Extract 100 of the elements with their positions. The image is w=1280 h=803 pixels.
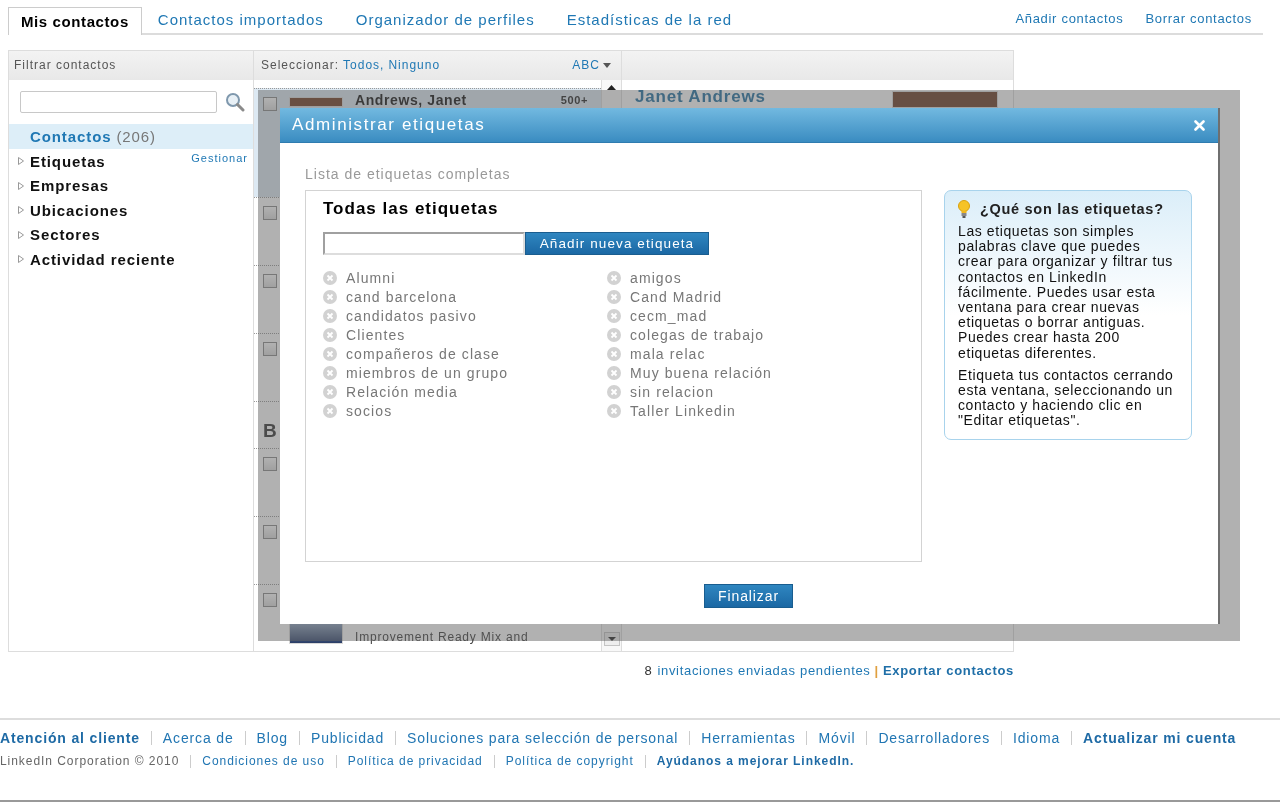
tag-label: colegas de trabajo bbox=[630, 326, 765, 343]
select-link[interactable]: Ninguno bbox=[388, 51, 441, 80]
footer-link[interactable]: Desarrolladores bbox=[878, 729, 990, 747]
tag-label: Taller Linkedin bbox=[630, 402, 736, 419]
close-circle-icon[interactable] bbox=[323, 403, 337, 418]
tag-label: sin relacion bbox=[630, 383, 714, 400]
contact-headline: Improvement Ready Mix and bbox=[355, 630, 529, 644]
footer-link[interactable]: Política de copyright bbox=[505, 753, 634, 769]
checkbox[interactable] bbox=[263, 97, 277, 111]
tag-label: miembros de un grupo bbox=[346, 364, 509, 381]
close-circle-icon[interactable] bbox=[607, 384, 621, 399]
lightbulb-icon bbox=[958, 200, 970, 218]
help-text: Las etiquetas son simples palabras clave que puedes crear para organizar y filtrar tus contactos en LinkedIn fácilmente. Puedes usar esta ventana para crear nuevas etiquetas o borrar antiguas. Puedes crear hasta 200 etiquetas diferentes. bbox=[958, 224, 1174, 361]
connection-count: 500+ bbox=[560, 94, 588, 107]
tag-label: Relación media bbox=[346, 383, 458, 400]
up-arrow-icon[interactable] bbox=[607, 85, 616, 90]
tag-label: compañeros de clase bbox=[346, 345, 500, 362]
footer-link[interactable]: Idioma bbox=[1013, 729, 1061, 747]
tab[interactable]: Estadísticas de la red bbox=[550, 7, 749, 33]
close-circle-icon[interactable] bbox=[323, 384, 337, 399]
footer-link[interactable]: Ayúdanos a mejorar LinkedIn. bbox=[656, 753, 855, 769]
search-field[interactable] bbox=[20, 91, 217, 113]
tag-label: candidatos pasivo bbox=[346, 307, 477, 324]
close-circle-icon[interactable] bbox=[607, 365, 621, 380]
invitation-count: 8 bbox=[644, 663, 653, 679]
tag-label: amigos bbox=[630, 269, 682, 286]
search-icon[interactable] bbox=[225, 92, 245, 112]
section-title: Todas las etiquetas bbox=[323, 199, 500, 219]
close-circle-icon[interactable] bbox=[607, 308, 621, 323]
close-circle-icon[interactable] bbox=[607, 403, 621, 418]
tag-label: Cand Madrid bbox=[630, 288, 723, 305]
help-title: ¿Qué son las etiquetas? bbox=[980, 200, 1164, 218]
close-circle-icon[interactable] bbox=[607, 270, 621, 285]
tab[interactable]: Mis contactos bbox=[8, 7, 142, 35]
tag-label: Muy buena relación bbox=[630, 364, 772, 381]
dialog-title: Administrar etiquetas bbox=[292, 115, 486, 135]
tab[interactable]: Contactos importados bbox=[141, 7, 340, 33]
tag-label: socios bbox=[346, 402, 393, 419]
close-circle-icon[interactable] bbox=[323, 365, 337, 380]
close-icon[interactable] bbox=[1194, 119, 1205, 131]
panel-header: Filtrar contactos bbox=[9, 51, 253, 80]
close-circle-icon[interactable] bbox=[607, 346, 621, 361]
triangle-right-icon[interactable] bbox=[18, 255, 24, 264]
footer-link[interactable]: Móvil bbox=[818, 729, 856, 747]
section-caption: Lista de etiquetas completas bbox=[305, 166, 512, 182]
triangle-right-icon[interactable] bbox=[18, 157, 24, 166]
invitations-link[interactable]: invitaciones enviadas pendientes bbox=[657, 663, 871, 679]
export-link[interactable]: Exportar contactos bbox=[882, 663, 1014, 679]
close-circle-icon[interactable] bbox=[323, 327, 337, 342]
sort-dropdown[interactable]: ABC bbox=[572, 51, 611, 80]
footer-link[interactable]: Actualizar mi cuenta bbox=[1083, 729, 1237, 747]
header-link[interactable]: Añadir contactos bbox=[1015, 11, 1124, 27]
tag-label: mala relac bbox=[630, 345, 706, 362]
triangle-right-icon[interactable] bbox=[18, 181, 24, 190]
footer-link[interactable]: Publicidad bbox=[310, 729, 385, 747]
filter-item[interactable]: Actividad reciente bbox=[9, 247, 253, 272]
close-circle-icon[interactable] bbox=[323, 289, 337, 304]
contact-name: Janet Andrews bbox=[635, 87, 766, 107]
checkbox[interactable] bbox=[263, 525, 277, 539]
add-tag-button[interactable]: Añadir nueva etiqueta bbox=[525, 232, 709, 255]
filter-item[interactable]: Empresas bbox=[9, 173, 253, 198]
footer-link[interactable]: Soluciones para selección de personal bbox=[407, 729, 679, 747]
footer-link[interactable]: Atención al cliente bbox=[0, 729, 140, 747]
close-circle-icon[interactable] bbox=[323, 308, 337, 323]
close-circle-icon[interactable] bbox=[323, 346, 337, 361]
triangle-right-icon[interactable] bbox=[18, 206, 24, 215]
select-link[interactable]: Todos, bbox=[343, 51, 385, 80]
filter-item[interactable]: Etiquetas Gestionar bbox=[9, 149, 253, 174]
manage-link[interactable]: Gestionar bbox=[191, 152, 248, 164]
triangle-right-icon[interactable] bbox=[18, 230, 24, 239]
filter-item[interactable]: Contactos (206) bbox=[9, 124, 253, 149]
checkbox[interactable] bbox=[263, 593, 277, 607]
close-circle-icon[interactable] bbox=[607, 289, 621, 304]
tag-label: Clientes bbox=[346, 326, 406, 343]
photo-placeholder bbox=[289, 97, 343, 107]
footer-link[interactable]: Blog bbox=[256, 729, 288, 747]
footer-link[interactable]: Política de privacidad bbox=[347, 753, 483, 769]
checkbox[interactable] bbox=[263, 342, 277, 356]
footer-link[interactable]: Condiciones de uso bbox=[202, 753, 325, 769]
help-text: Etiqueta tus contactos cerrando esta ventana, seleccionando un contacto y haciendo clic en "Editar etiquetas". bbox=[958, 367, 1174, 429]
close-circle-icon[interactable] bbox=[323, 270, 337, 285]
tag-label: cecm_mad bbox=[630, 307, 708, 324]
done-button[interactable]: Finalizar bbox=[704, 584, 793, 608]
tab[interactable]: Organizador de perfiles bbox=[339, 7, 551, 33]
tag-input[interactable] bbox=[323, 232, 525, 255]
header-link[interactable]: Borrar contactos bbox=[1145, 11, 1252, 27]
checkbox[interactable] bbox=[263, 206, 277, 220]
contact-name: Andrews, Janet bbox=[355, 94, 467, 107]
letter-heading: B bbox=[263, 421, 277, 441]
caret-down-icon bbox=[603, 63, 611, 68]
checkbox[interactable] bbox=[263, 274, 277, 288]
footer-link[interactable]: Herramientas bbox=[701, 729, 796, 747]
close-circle-icon[interactable] bbox=[607, 327, 621, 342]
filter-item[interactable]: Sectores bbox=[9, 222, 253, 247]
checkbox[interactable] bbox=[263, 457, 277, 471]
tag-label: Alumni bbox=[346, 269, 396, 286]
filter-item[interactable]: Ubicaciones bbox=[9, 198, 253, 223]
footer-link[interactable]: Acerca de bbox=[162, 729, 234, 747]
separator: | bbox=[874, 663, 879, 679]
tag-label: cand barcelona bbox=[346, 288, 458, 305]
